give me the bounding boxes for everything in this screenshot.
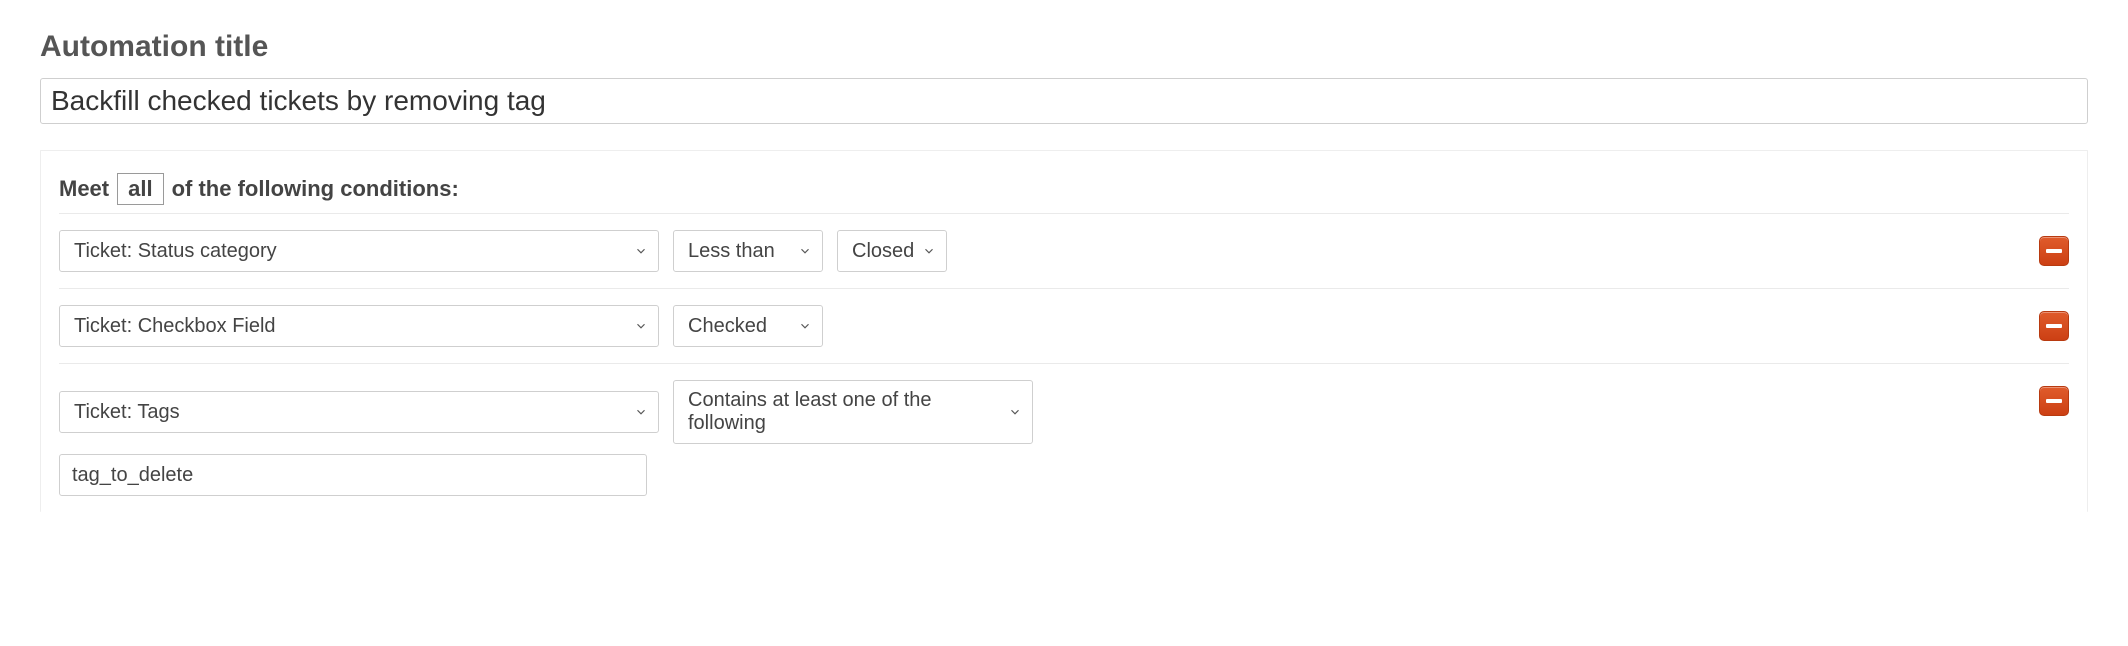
remove-condition-button[interactable] (2039, 311, 2069, 341)
condition-operator-value: Checked (688, 315, 767, 338)
condition-value-select[interactable]: Closed (837, 230, 947, 272)
chevron-down-icon (634, 405, 648, 419)
conditions-header: Meet all of the following conditions: (59, 173, 2069, 205)
condition-row: Ticket: Tags Contains at least one of th… (59, 363, 2069, 512)
remove-condition-button[interactable] (2039, 236, 2069, 266)
condition-field-value: Ticket: Status category (74, 240, 277, 263)
chevron-down-icon (1008, 405, 1022, 419)
condition-field-select[interactable]: Ticket: Checkbox Field (59, 305, 659, 347)
automation-title-input[interactable] (40, 78, 2088, 124)
chevron-down-icon (634, 244, 648, 258)
condition-operator-select[interactable]: Checked (673, 305, 823, 347)
condition-field-select[interactable]: Ticket: Status category (59, 230, 659, 272)
condition-field-select[interactable]: Ticket: Tags (59, 391, 659, 433)
condition-operator-value: Less than (688, 240, 775, 263)
conditions-quantifier-select[interactable]: all (117, 173, 163, 205)
minus-icon (2046, 324, 2062, 328)
conditions-panel: Meet all of the following conditions: Ti… (40, 150, 2088, 512)
condition-value-value: Closed (852, 240, 914, 263)
automation-title-label: Automation title (40, 30, 2088, 64)
condition-row: Ticket: Status category Less than Closed (59, 213, 2069, 288)
minus-icon (2046, 399, 2062, 403)
condition-operator-select[interactable]: Contains at least one of the following (673, 380, 1033, 444)
conditions-header-prefix: Meet (59, 176, 109, 202)
chevron-down-icon (798, 244, 812, 258)
condition-field-value: Ticket: Checkbox Field (74, 315, 276, 338)
chevron-down-icon (798, 319, 812, 333)
condition-row: Ticket: Checkbox Field Checked (59, 288, 2069, 363)
minus-icon (2046, 249, 2062, 253)
chevron-down-icon (634, 319, 648, 333)
chevron-down-icon (922, 244, 936, 258)
condition-operator-select[interactable]: Less than (673, 230, 823, 272)
condition-tag-input[interactable] (59, 454, 647, 496)
condition-field-value: Ticket: Tags (74, 401, 180, 424)
conditions-header-suffix: of the following conditions: (172, 176, 459, 202)
condition-operator-value: Contains at least one of the following (688, 389, 996, 435)
remove-condition-button[interactable] (2039, 386, 2069, 416)
